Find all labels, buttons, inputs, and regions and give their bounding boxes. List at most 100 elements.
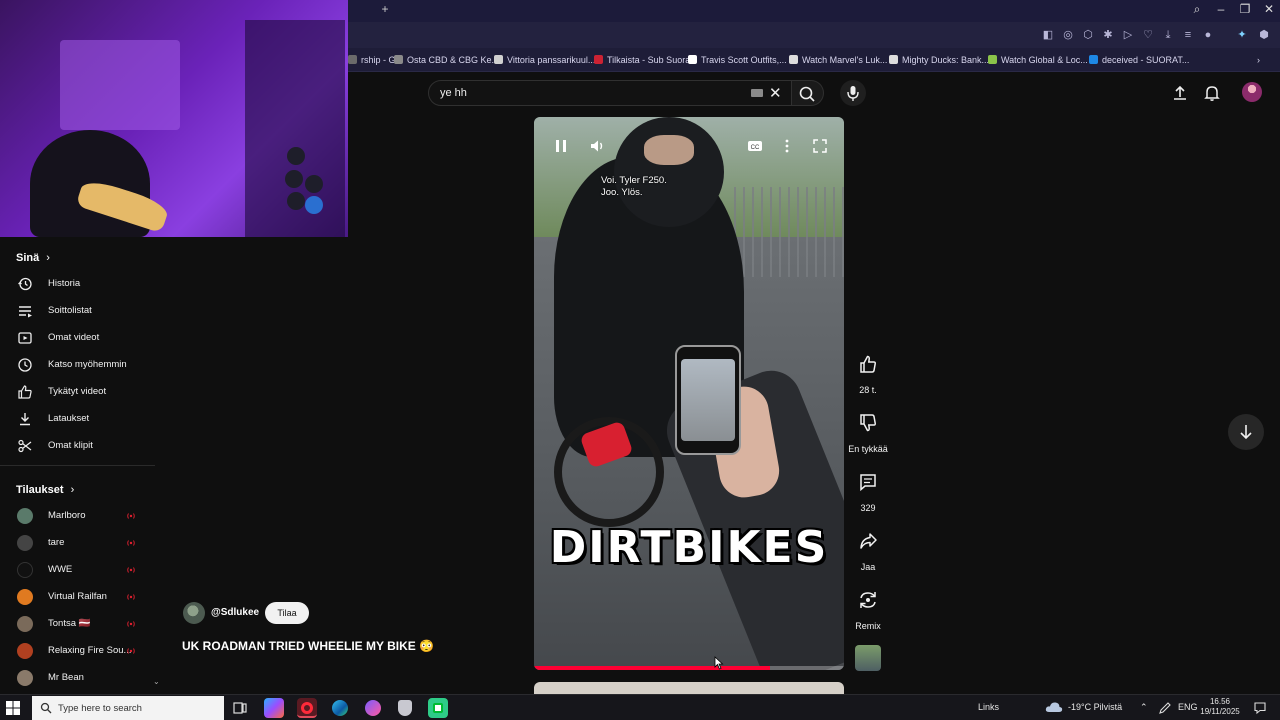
subscription-item[interactable]: Relaxing Fire Sou... [0,639,155,663]
extension-icon[interactable]: ◧ [1041,28,1055,42]
settings-icon[interactable]: ✱ [1101,28,1115,42]
channel-avatar [17,508,33,524]
edge-browser-icon[interactable] [330,698,350,718]
task-view-icon[interactable] [230,698,250,718]
subscription-item[interactable]: WWE [0,558,155,582]
profile-icon[interactable]: ● [1201,28,1215,42]
bookmark-label: Osta CBD & CBG Ke... [407,55,500,65]
fullscreen-icon[interactable] [810,137,830,155]
subscribe-button[interactable]: Tilaa [265,602,309,624]
bookmark-favicon [494,55,503,64]
sidebar-item-downloads[interactable]: Lataukset [0,407,155,431]
green-app-icon[interactable] [428,698,448,718]
bookmark-favicon [348,55,357,64]
bookmark-item[interactable]: Vittoria panssarikuul... [494,53,595,67]
sidebar-item-playlists[interactable]: Soittolistat [0,299,155,323]
subscription-item[interactable]: Marlboro [0,504,155,528]
video-progress-bar[interactable] [534,666,844,670]
pen-icon[interactable] [1158,701,1172,715]
video-caption-line: Joo. Ylös. [601,187,643,198]
sidebar-item-history[interactable]: Historia [0,272,155,296]
language-indicator[interactable]: ENG [1178,702,1198,712]
comments-button[interactable]: 329 [846,464,890,513]
minimize-button[interactable]: – [1209,0,1233,18]
download-icon[interactable]: ⤓ [1161,28,1175,42]
bookmark-item[interactable]: Mighty Ducks: Bank... [889,53,989,67]
restore-button[interactable]: ❐ [1233,0,1257,18]
close-window-button[interactable]: ✕ [1257,0,1280,18]
bookmark-item[interactable]: Tilkaista - Sub Suora [594,53,690,67]
search-button[interactable] [792,80,824,106]
messenger-app-icon[interactable] [363,698,383,718]
search-tabs-icon[interactable]: ⌕ [1185,0,1209,18]
clear-search-icon[interactable]: ✕ [769,84,782,102]
chevron-up-icon[interactable]: ⌃ [1140,702,1148,713]
channel-avatar [17,562,33,578]
webcam-knob [305,175,323,193]
sidebar-item-clips[interactable]: Omat klipit [0,434,155,458]
ai-assistant-icon[interactable]: ✦ [1235,28,1249,42]
links-toolbar-label[interactable]: Links [978,702,999,712]
play-icon[interactable]: ▷ [1121,28,1135,42]
menu-icon[interactable]: ≡ [1181,28,1195,42]
sidebar-subscriptions-header[interactable]: Tilaukset › [16,484,74,496]
copilot-app-icon[interactable] [264,698,284,718]
captions-icon[interactable]: CC [745,137,765,155]
channel-handle[interactable]: @Sdlukee [211,607,259,618]
volume-icon[interactable] [588,137,608,155]
sidebar-item-your-videos[interactable]: Omat videot [0,326,155,350]
upload-icon[interactable] [1171,84,1189,102]
sidebar-item-watch-later[interactable]: Katso myöhemmin [0,353,155,377]
bookmark-label: Mighty Ducks: Bank... [902,55,990,65]
bookmark-item[interactable]: Travis Scott Outfits,... [688,53,787,67]
search-box[interactable]: ye hh ✕ [428,80,792,106]
thumbs-down-icon [860,414,876,432]
weather-text[interactable]: -19°C Pilvistä [1068,702,1122,712]
pause-icon[interactable] [551,137,571,155]
chevron-down-icon[interactable]: ⌄ [153,677,160,686]
sidebar-you-header[interactable]: Sinä › [16,252,50,264]
taskbar-search[interactable]: Type here to search [32,696,224,720]
vpn-app-icon[interactable] [395,698,415,718]
bookmark-item[interactable]: deceived - SUORAT... [1089,53,1189,67]
notifications-icon[interactable] [1203,84,1221,102]
new-tab-button[interactable]: + [378,2,392,16]
bookmark-favicon [394,55,403,64]
keyboard-icon[interactable] [751,89,763,97]
like-button[interactable]: 28 t. [846,346,890,395]
live-icon [127,594,135,600]
windows-start-icon[interactable] [6,701,20,715]
taskbar-clock[interactable]: 16.56 19/11/2025 [1200,697,1240,717]
next-short-button[interactable] [1228,414,1264,450]
voice-search-button[interactable] [840,80,866,106]
shield-icon[interactable]: ⬡ [1081,28,1095,42]
sidebar: Sinä › Historia Soittolistat Omat videot… [0,244,160,694]
chevron-right-icon[interactable]: › [1257,53,1260,67]
subscription-item[interactable]: Mr Bean ⌄ [0,666,160,690]
account-avatar[interactable] [1242,82,1262,102]
sidebar-divider [0,465,155,466]
shorts-video-player[interactable]: CC Voi. Tyler F250. Joo. Ylös. DIRTBIKES [534,117,844,670]
subscription-item[interactable]: Tontsa 🇱🇻 [0,612,155,636]
next-short-preview[interactable] [534,682,844,694]
notification-center-icon[interactable] [1253,701,1267,715]
share-button[interactable]: Jaa [846,523,890,572]
camera-icon[interactable]: ◎ [1061,28,1075,42]
downloads-icon [20,413,30,426]
channel-avatar[interactable] [183,602,205,624]
bookmark-item[interactable]: Watch Global & Loc... [988,53,1088,67]
cube-icon[interactable]: ⬢ [1257,28,1271,42]
opera-browser-icon[interactable] [297,698,317,718]
bookmark-item[interactable]: Watch Marvel's Luk... [789,53,887,67]
subscription-item[interactable]: tare [0,531,155,555]
search-input[interactable]: ye hh [440,87,467,99]
heart-icon[interactable]: ♡ [1141,28,1155,42]
sidebar-item-liked-videos[interactable]: Tykätyt videot [0,380,155,404]
more-options-icon[interactable] [777,137,797,155]
webcam-knob [285,170,303,188]
subscription-item[interactable]: Virtual Railfan [0,585,155,609]
dislike-button[interactable]: En tykkää [846,405,890,454]
remix-button[interactable]: Remix [846,582,890,631]
bookmark-item[interactable]: Osta CBD & CBG Ke... [394,53,499,67]
sound-thumbnail[interactable] [855,645,881,671]
